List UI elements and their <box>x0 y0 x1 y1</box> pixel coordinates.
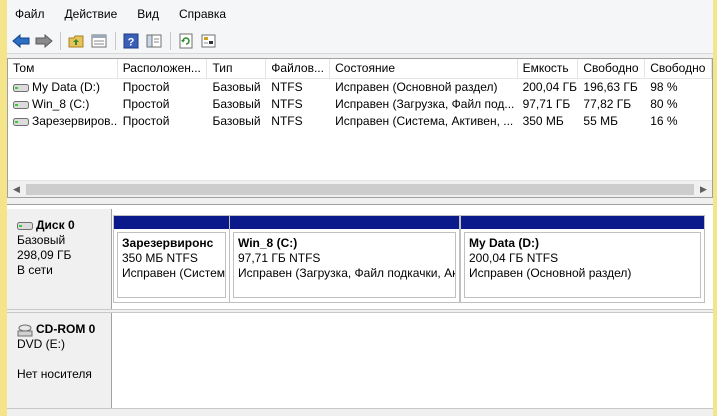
back-arrow-icon[interactable] <box>11 31 31 51</box>
drive-icon <box>13 115 29 130</box>
volume-status: Исправен (Система, Активен, ... <box>335 114 514 128</box>
help-icon[interactable]: ? <box>121 31 141 51</box>
partition-status: Исправен (Загрузка, Файл подкачки, Ак <box>238 266 456 280</box>
partition-mydata[interactable]: My Data (D:) 200,04 ГБ NTFS Исправен (Ос… <box>460 215 705 303</box>
partition-status: Исправен (Основной раздел) <box>469 266 632 280</box>
drive-icon <box>13 81 29 96</box>
cdrom-media: Нет носителя <box>17 367 92 381</box>
volume-free-space: 55 МБ <box>583 114 618 128</box>
refresh-icon[interactable] <box>176 31 196 51</box>
scroll-right-icon[interactable]: ▶ <box>695 181 712 197</box>
volume-name: Win_8 (C:) <box>32 97 90 111</box>
toolbar: ? <box>7 28 713 54</box>
disk0-label[interactable]: Диск 0 Базовый 298,09 ГБ В сети <box>7 209 112 309</box>
volume-filesystem: NTFS <box>271 80 303 94</box>
partition-bar <box>461 216 704 229</box>
volume-capacity: 350 МБ <box>522 114 564 128</box>
disk-graphical-view: Диск 0 Базовый 298,09 ГБ В сети Зарезерв… <box>7 204 713 416</box>
toolbar-separator <box>115 31 116 50</box>
volume-free-space: 196,63 ГБ <box>583 80 638 94</box>
window-frame-left <box>0 0 7 416</box>
column-header-filesystem[interactable]: Файлов... <box>266 59 331 78</box>
toolbar-separator <box>60 31 61 50</box>
disk0-size: 298,09 ГБ <box>17 248 72 262</box>
volume-free-percent: 98 % <box>650 80 678 94</box>
partition-size: 200,04 ГБ NTFS <box>469 251 559 265</box>
volume-layout: Простой <box>122 114 170 128</box>
partition-bar <box>114 216 229 229</box>
list-header: Том Расположен... Тип Файлов... Состояни… <box>8 59 712 79</box>
volume-capacity: 200,04 ГБ <box>522 80 577 94</box>
table-row[interactable]: Win_8 (C:) Простой Базовый NTFS Исправен… <box>8 96 712 113</box>
cdrom-drive: DVD (E:) <box>17 337 65 351</box>
volume-type: Базовый <box>212 114 261 128</box>
menu-bar: Файл Действие Вид Справка <box>7 0 713 28</box>
column-header-volume[interactable]: Том <box>8 59 118 78</box>
disk-icon <box>17 221 33 231</box>
cdrom-title: CD-ROM 0 <box>36 322 96 336</box>
properties-icon[interactable] <box>89 31 109 51</box>
partition-status: Исправен (Систем <box>122 266 225 280</box>
volume-free-percent: 16 % <box>650 114 678 128</box>
partition-size: 350 МБ NTFS <box>122 251 198 265</box>
disk0-state: В сети <box>17 263 53 277</box>
volume-free-space: 77,82 ГБ <box>583 97 632 111</box>
cdrom-icon <box>17 323 33 337</box>
volume-filesystem: NTFS <box>271 97 303 111</box>
partition-name: Зарезервиронс <box>122 236 214 250</box>
column-header-type[interactable]: Тип <box>207 59 267 78</box>
up-folder-icon[interactable] <box>66 31 86 51</box>
show-hide-icon[interactable] <box>144 31 164 51</box>
volume-capacity: 97,71 ГБ <box>522 97 571 111</box>
volume-type: Базовый <box>212 80 261 94</box>
volume-layout: Простой <box>122 80 170 94</box>
partition-win8[interactable]: Win_8 (C:) 97,71 ГБ NTFS Исправен (Загру… <box>229 215 460 303</box>
disk-row-divider <box>7 309 713 313</box>
column-header-free-percent[interactable]: Свободно <box>645 59 712 78</box>
drive-icon <box>13 98 29 113</box>
column-header-free-space[interactable]: Свободно <box>578 59 646 78</box>
forward-arrow-icon[interactable] <box>34 31 54 51</box>
disk0-type: Базовый <box>17 233 66 247</box>
column-header-status[interactable]: Состояние <box>330 59 518 78</box>
column-header-layout[interactable]: Расположен... <box>118 59 208 78</box>
partition-size: 97,71 ГБ NTFS <box>238 251 321 265</box>
partition-reserved[interactable]: Зарезервиронс 350 МБ NTFS Исправен (Сист… <box>113 215 230 303</box>
volume-layout: Простой <box>122 97 170 111</box>
scroll-left-icon[interactable]: ◀ <box>8 181 25 197</box>
scrollbar-thumb[interactable] <box>26 184 694 195</box>
menu-file[interactable]: Файл <box>15 7 45 21</box>
volume-list: Том Расположен... Тип Файлов... Состояни… <box>7 58 713 198</box>
volume-status: Исправен (Основной раздел) <box>335 80 498 94</box>
toolbar-separator <box>170 31 171 50</box>
table-row[interactable]: Зарезервиров... Простой Базовый NTFS Исп… <box>8 113 712 130</box>
svg-text:?: ? <box>128 36 135 48</box>
volume-filesystem: NTFS <box>271 114 303 128</box>
bottom-strip <box>7 408 713 416</box>
horizontal-scrollbar[interactable]: ◀ ▶ <box>8 180 712 197</box>
volume-name: My Data (D:) <box>32 80 101 94</box>
volume-name: Зарезервиров... <box>32 114 118 128</box>
menu-action[interactable]: Действие <box>65 7 118 21</box>
partition-bar <box>230 216 459 229</box>
menu-view[interactable]: Вид <box>137 7 159 21</box>
partition-name: My Data (D:) <box>469 236 540 250</box>
partition-name: Win_8 (C:) <box>238 236 298 250</box>
column-header-capacity[interactable]: Емкость <box>518 59 579 78</box>
table-row[interactable]: My Data (D:) Простой Базовый NTFS Исправ… <box>8 79 712 96</box>
volume-free-percent: 80 % <box>650 97 678 111</box>
volume-status: Исправен (Загрузка, Файл под... <box>335 97 515 111</box>
window-frame-right <box>713 0 717 416</box>
disk0-title: Диск 0 <box>36 218 75 232</box>
menu-help[interactable]: Справка <box>179 7 226 21</box>
settings-icon[interactable] <box>199 31 219 51</box>
volume-type: Базовый <box>212 97 261 111</box>
cdrom-label[interactable]: CD-ROM 0 DVD (E:) Нет носителя <box>7 313 112 416</box>
